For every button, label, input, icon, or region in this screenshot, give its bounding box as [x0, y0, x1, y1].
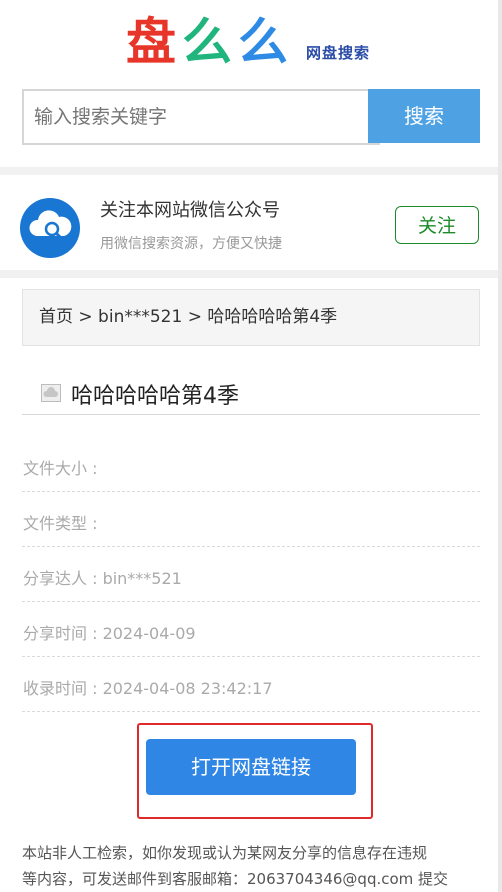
file-size-label: 文件大小 : [23, 459, 98, 478]
record-time-label: 收录时间 : 2024-04-08 23:42:17 [23, 679, 273, 698]
follow-title: 关注本网站微信公众号 [100, 200, 280, 221]
logo-char-3: 么 [238, 13, 288, 71]
disclaimer-notice: 本站非人工检索，如你发现或认为某网友分享的信息存在违规 等内容，可发送邮件到客服… [22, 840, 484, 892]
follow-button[interactable]: 关注 [395, 206, 479, 244]
file-type-row: 文件类型 : [22, 492, 480, 547]
cloud-search-icon [20, 198, 80, 258]
record-time-row: 收录时间 : 2024-04-08 23:42:17 [22, 657, 480, 712]
sharer-label: 分享达人 : bin***521 [23, 569, 182, 588]
section-divider [0, 270, 498, 278]
notice-line-2: 等内容，可发送邮件到客服邮箱：2063704346@qq.com 提交 [22, 870, 449, 888]
page: 盘 么 么 网盘搜索 搜索 关注本网站微信公众号 用微信搜索资源，方便又快捷 关… [0, 0, 502, 892]
section-divider [0, 167, 498, 175]
file-type-label: 文件类型 : [23, 514, 98, 533]
cloud-file-icon [41, 384, 61, 402]
follow-subtitle: 用微信搜索资源，方便又快捷 [100, 236, 282, 252]
logo-char-2: 么 [182, 13, 232, 71]
row-divider [22, 711, 480, 712]
open-link-button[interactable]: 打开网盘链接 [146, 739, 356, 795]
search-bar: 搜索 [22, 89, 480, 145]
share-time-row: 分享时间 : 2024-04-09 [22, 602, 480, 657]
logo-subtitle: 网盘搜索 [306, 44, 371, 62]
share-time-label: 分享时间 : 2024-04-09 [23, 624, 196, 643]
sharer-row: 分享达人 : bin***521 [22, 547, 480, 602]
site-logo[interactable]: 盘 么 么 网盘搜索 [126, 12, 396, 72]
search-button[interactable]: 搜索 [368, 89, 480, 143]
file-title: 哈哈哈哈哈第4季 [71, 384, 239, 409]
breadcrumb: 首页 > bin***521 > 哈哈哈哈哈第4季 [22, 289, 480, 346]
file-size-row: 文件大小 : [22, 437, 480, 492]
search-input[interactable] [22, 89, 380, 145]
title-underline [22, 414, 480, 415]
scrollbar-edge [498, 0, 502, 892]
notice-line-1: 本站非人工检索，如你发现或认为某网友分享的信息存在违规 [22, 844, 428, 862]
logo-char-1: 盘 [126, 13, 176, 71]
